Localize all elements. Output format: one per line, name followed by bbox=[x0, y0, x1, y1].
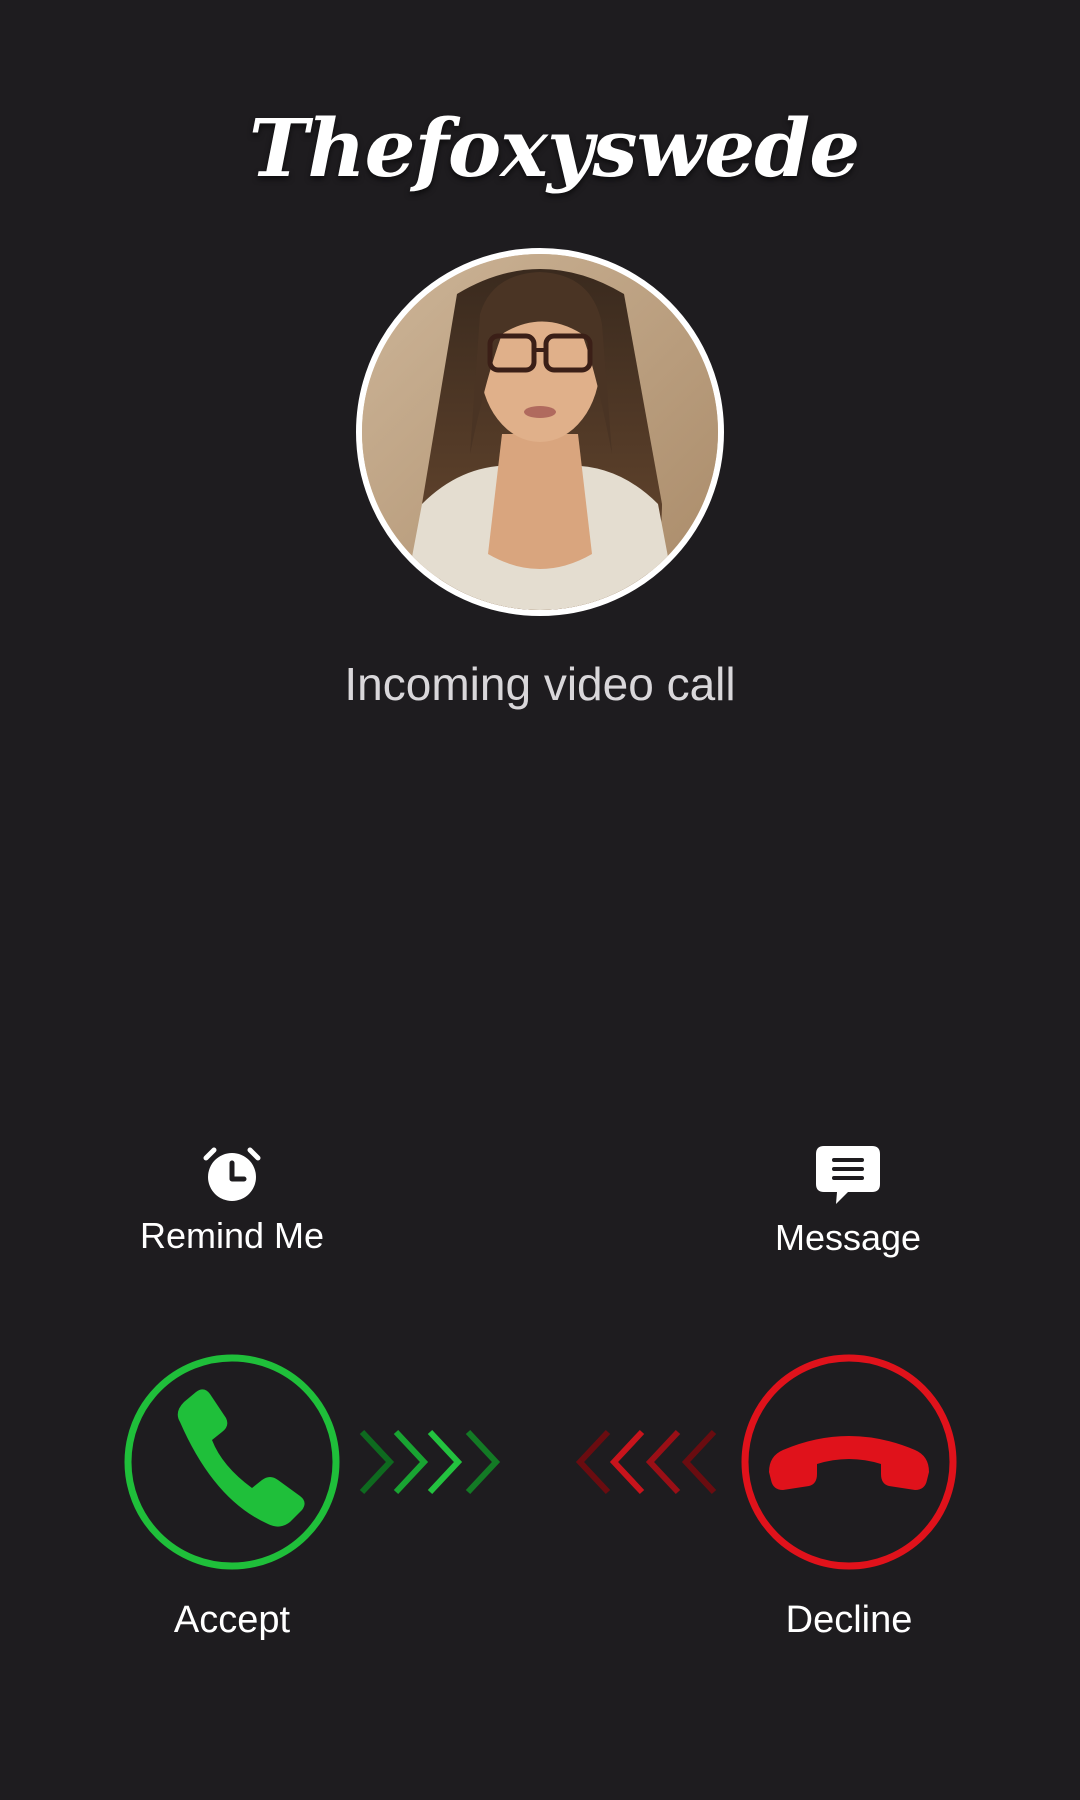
message-label: Message bbox=[774, 1217, 922, 1258]
decline-label: Decline bbox=[785, 1599, 913, 1641]
remind-me-label: Remind Me bbox=[139, 1215, 325, 1256]
alarm-clock-icon bbox=[203, 1147, 261, 1201]
phone-icon bbox=[177, 1389, 305, 1527]
remind-me-button[interactable]: Remind Me bbox=[82, 1144, 382, 1258]
swipe-left-chevrons-icon bbox=[575, 1429, 717, 1495]
hang-up-icon bbox=[769, 1436, 929, 1490]
swipe-right-chevrons-icon bbox=[359, 1429, 501, 1495]
call-status: Incoming video call bbox=[344, 658, 736, 710]
incoming-call-screen: Thefoxyswede Incoming video call Remind … bbox=[0, 0, 1080, 1800]
message-bubble-icon bbox=[816, 1146, 880, 1204]
caller-name: Thefoxyswede bbox=[248, 101, 860, 195]
accept-label: Accept bbox=[173, 1599, 291, 1641]
accept-button[interactable] bbox=[122, 1352, 342, 1572]
caller-avatar bbox=[356, 248, 724, 616]
message-button[interactable]: Message bbox=[698, 1144, 998, 1260]
decline-button[interactable] bbox=[739, 1352, 959, 1572]
caller-photo bbox=[362, 254, 718, 610]
